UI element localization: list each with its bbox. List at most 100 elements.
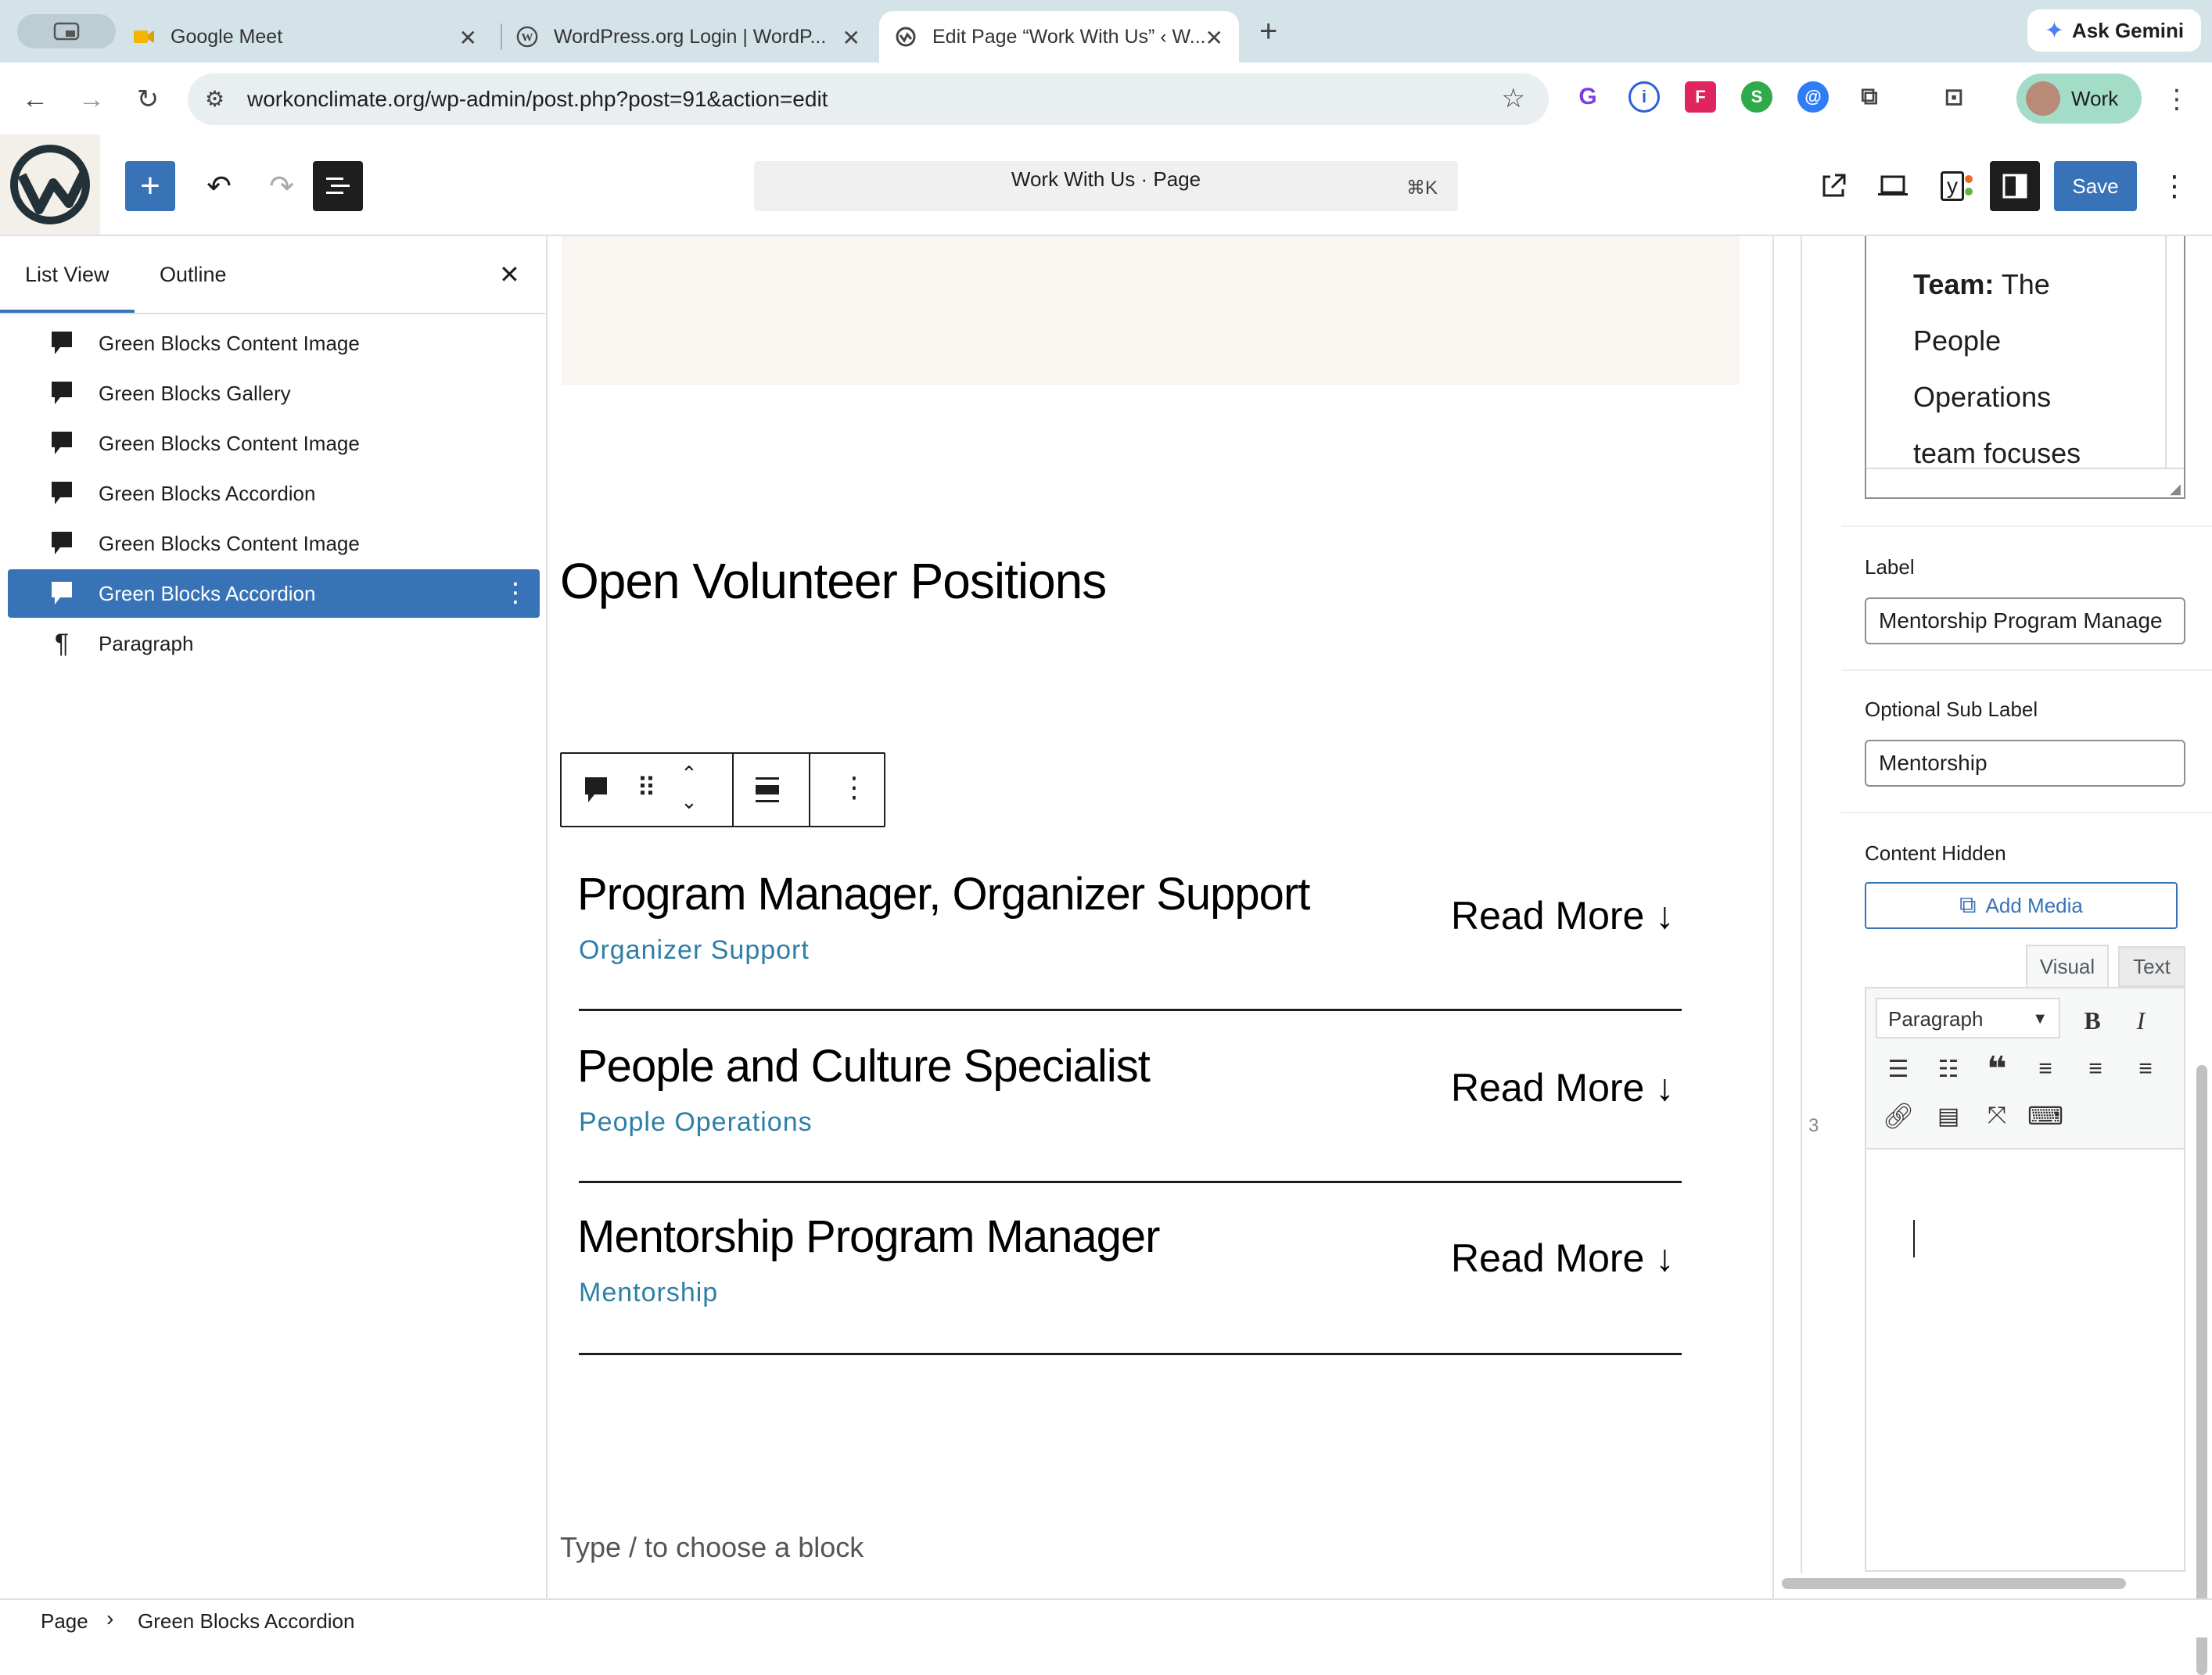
new-tab-button[interactable]: + xyxy=(1259,14,1277,49)
toolbar-toggle-icon[interactable]: ⌨ xyxy=(2027,1099,2063,1132)
section-heading[interactable]: Open Volunteer Positions xyxy=(560,552,1107,610)
save-label: Save xyxy=(2072,174,2119,198)
puzzle-extension-icon[interactable]: ⧉ xyxy=(1854,81,1885,113)
forward-arrow-icon[interactable]: → xyxy=(74,81,110,117)
circle-extension-icon[interactable]: @ xyxy=(1797,81,1829,113)
password-manager-extension-icon[interactable]: i xyxy=(1628,81,1660,113)
add-media-button[interactable]: ⧉ Add Media xyxy=(1865,882,2178,929)
document-overview-button[interactable] xyxy=(313,161,363,211)
item-options-icon[interactable]: ⋮ xyxy=(502,577,529,608)
site-settings-icon[interactable]: ⚙ xyxy=(205,86,224,112)
breadcrumb-page[interactable]: Page xyxy=(41,1609,88,1634)
grammarly-extension-icon[interactable]: G xyxy=(1572,81,1603,113)
numbered-list-icon[interactable]: ☷ xyxy=(1932,1053,1965,1085)
list-view-item[interactable]: Green Blocks Gallery xyxy=(8,369,540,418)
add-media-icon: ⧉ xyxy=(1959,892,1977,918)
read-more-button[interactable]: Read More ↓ xyxy=(1451,1236,1674,1281)
list-view-item[interactable]: Green Blocks Accordion xyxy=(8,469,540,518)
save-button[interactable]: Save xyxy=(2054,161,2137,211)
block-inserter-button[interactable]: + xyxy=(125,161,175,211)
close-icon[interactable]: ✕ xyxy=(1205,25,1223,51)
align-center-icon[interactable]: ≡ xyxy=(2079,1053,2112,1085)
undo-icon[interactable]: ↶ xyxy=(194,161,244,211)
align-left-icon[interactable]: ≡ xyxy=(2029,1053,2062,1085)
move-up-icon[interactable]: ⌃ xyxy=(680,762,698,786)
list-view-item[interactable]: Green Blocks Content Image xyxy=(8,519,540,568)
editor-tab-visual[interactable]: Visual xyxy=(2026,945,2109,987)
reload-icon[interactable]: ↻ xyxy=(130,81,166,117)
move-down-icon[interactable]: ⌄ xyxy=(680,790,698,814)
yoast-seo-icon[interactable]: y xyxy=(1927,161,1977,211)
tab-list-view[interactable]: List View xyxy=(25,263,110,287)
close-icon[interactable]: ✕ xyxy=(499,260,520,289)
block-appender-placeholder[interactable]: Type / to choose a block xyxy=(560,1531,864,1564)
options-menu-icon[interactable]: ⋮ xyxy=(2156,161,2193,211)
blockquote-icon[interactable]: ❝ xyxy=(1980,1050,2013,1089)
format-select-value: Paragraph xyxy=(1888,1007,1984,1031)
comment-bubble-icon xyxy=(48,530,75,557)
list-view-item[interactable]: Green Blocks Accordion ⋮ xyxy=(8,569,540,618)
view-page-external-icon[interactable] xyxy=(1808,161,1858,211)
resize-handle-icon[interactable]: ◢ xyxy=(2170,481,2181,497)
read-more-tag-icon[interactable]: ▤ xyxy=(1932,1099,1965,1132)
link-icon[interactable]: 🔗︎ xyxy=(1882,1099,1915,1132)
tab-edit-page[interactable]: Edit Page “Work With Us” ‹ W... ✕ xyxy=(879,11,1239,63)
svg-text:W: W xyxy=(522,32,533,45)
site-logo-button[interactable] xyxy=(0,135,100,235)
block-toolbar: ⠿ ⌃ ⌄ ⋮ xyxy=(560,752,885,827)
shortcut-hint: ⌘K xyxy=(1406,178,1438,199)
close-icon[interactable]: ✕ xyxy=(459,25,477,51)
sub-label-input[interactable]: Mentorship xyxy=(1865,740,2185,787)
url-text[interactable]: workonclimate.org/wp-admin/post.php?post… xyxy=(247,87,828,112)
tab-search-icon[interactable]: ⊡ xyxy=(1938,81,1970,113)
dropdown-arrow-icon: ▼ xyxy=(2032,1010,2048,1028)
read-more-button[interactable]: Read More ↓ xyxy=(1451,893,1674,938)
comment-bubble-icon xyxy=(48,330,75,357)
browser-menu-icon[interactable]: ⋮ xyxy=(2159,81,2195,117)
italic-icon[interactable]: I xyxy=(2124,1004,2157,1037)
s-extension-icon[interactable]: S xyxy=(1741,81,1772,113)
align-icon[interactable] xyxy=(754,776,781,808)
label-field-title: Label xyxy=(1865,555,1915,579)
read-more-button[interactable]: Read More ↓ xyxy=(1451,1065,1674,1110)
text-cursor xyxy=(1913,1220,1915,1257)
align-right-icon[interactable]: ≡ xyxy=(2129,1053,2162,1085)
redo-icon[interactable]: ↷ xyxy=(257,161,307,211)
profile-button[interactable]: Work xyxy=(2016,74,2142,124)
content-hidden-title: Content Hidden xyxy=(1865,841,2006,865)
back-arrow-icon[interactable]: ← xyxy=(17,81,53,117)
block-type-icon[interactable] xyxy=(584,776,609,808)
tab-google-meet[interactable]: Google Meet ✕ xyxy=(133,11,493,63)
block-options-icon[interactable]: ⋮ xyxy=(840,771,868,804)
tab-search-button[interactable] xyxy=(17,14,116,48)
close-icon[interactable]: ✕ xyxy=(842,25,860,51)
bulleted-list-icon[interactable]: ☰ xyxy=(1882,1053,1915,1085)
address-bar[interactable]: ⚙ workonclimate.org/wp-admin/post.php?po… xyxy=(188,74,1549,125)
pilcrow-icon: ¶ xyxy=(54,628,70,658)
settings-scrollbar-thumb[interactable] xyxy=(2196,1065,2207,1675)
fullscreen-icon[interactable]: ⤧ xyxy=(1980,1099,2013,1132)
content-image-block[interactable] xyxy=(562,236,1740,385)
bold-icon[interactable]: B xyxy=(2076,1004,2109,1037)
tab-wordpress-login[interactable]: W WordPress.org Login | WordP... ✕ xyxy=(516,11,876,63)
ask-gemini-label: Ask Gemini xyxy=(2072,18,2185,42)
settings-panel-toggle[interactable] xyxy=(1990,161,2040,211)
settings-horizontal-scrollbar[interactable] xyxy=(1782,1578,2126,1589)
ask-gemini-button[interactable]: ✦ Ask Gemini xyxy=(2027,9,2201,52)
tab-outline[interactable]: Outline xyxy=(160,263,227,287)
bookmark-star-icon[interactable]: ☆ xyxy=(1502,83,1525,114)
content-preview-textarea[interactable]: Team: The People Operations team focuses… xyxy=(1865,236,2185,499)
flag-extension-icon[interactable]: F xyxy=(1685,81,1716,113)
editor-tab-text[interactable]: Text xyxy=(2118,946,2185,987)
list-view-item[interactable]: Green Blocks Content Image xyxy=(8,319,540,368)
preview-device-icon[interactable] xyxy=(1868,161,1918,211)
breadcrumb-block[interactable]: Green Blocks Accordion xyxy=(138,1609,354,1634)
command-palette-bar[interactable]: Work With Us · Page ⌘K xyxy=(754,161,1458,211)
label-input[interactable]: Mentorship Program Manage xyxy=(1865,597,2185,644)
format-select[interactable]: Paragraph ▼ xyxy=(1876,998,2060,1038)
preview-line: People xyxy=(1913,325,2002,357)
drag-handle-icon[interactable]: ⠿ xyxy=(637,773,656,804)
list-view-item[interactable]: ¶ Paragraph xyxy=(8,619,540,668)
list-view-item[interactable]: Green Blocks Content Image xyxy=(8,419,540,468)
field-separator xyxy=(1841,525,2212,527)
